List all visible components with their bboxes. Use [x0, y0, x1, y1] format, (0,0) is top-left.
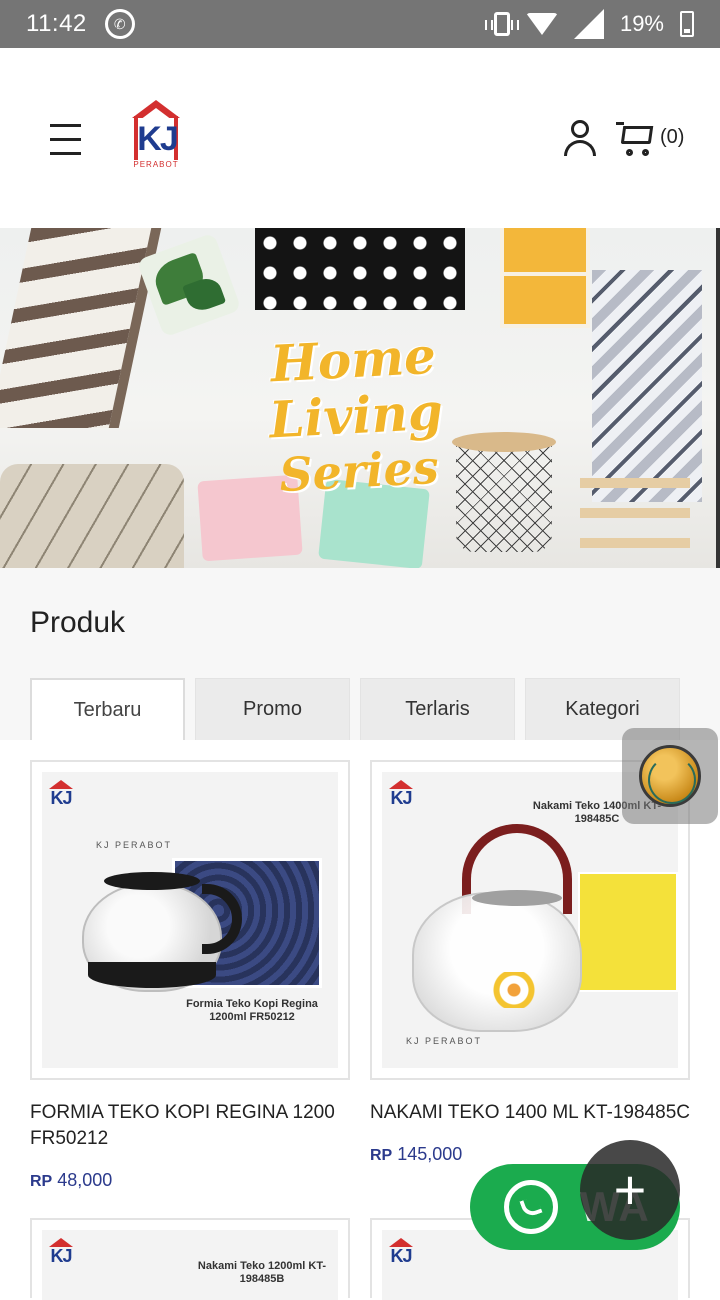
- cart-icon: [616, 120, 656, 158]
- section-title: Produk: [30, 606, 126, 639]
- vibrate-icon: [484, 12, 519, 36]
- product-image[interactable]: KJ KJ PERABOT Formia Teko Kopi Regina 12…: [30, 760, 350, 1080]
- floating-assistant-button[interactable]: [622, 728, 718, 824]
- ball-icon: [639, 745, 701, 807]
- tab-terlaris[interactable]: Terlaris: [360, 678, 515, 740]
- hero-banner[interactable]: Home Living Series: [0, 228, 720, 568]
- product-price: RP 48,000: [30, 1170, 350, 1191]
- product-card[interactable]: KJ Nakami Teko 1200ml KT-198485B: [30, 1218, 350, 1300]
- price-currency: RP: [370, 1147, 393, 1164]
- plus-icon: +: [613, 1158, 647, 1221]
- plus-button[interactable]: +: [580, 1140, 680, 1240]
- product-box-image: [578, 872, 678, 992]
- teapot-lid: [472, 890, 562, 906]
- status-time: 11:42: [26, 10, 87, 37]
- price-value: 145,000: [397, 1144, 463, 1164]
- product-name[interactable]: FORMIA TEKO KOPI REGINA 1200 FR50212: [30, 1100, 350, 1152]
- whatsapp-icon: ✆: [104, 9, 135, 39]
- shelf-image: [580, 478, 690, 568]
- teapot-image: [412, 892, 582, 1032]
- site-header: KJ PERABOT (0): [0, 48, 720, 228]
- product-tabs: Terbaru Promo Terlaris Kategori: [30, 678, 690, 740]
- curtain-image: [592, 270, 702, 502]
- shoe-rack-image: [0, 228, 162, 428]
- image-brand: KJ PERABOT: [96, 840, 173, 850]
- product-card[interactable]: KJ KJ PERABOT Formia Teko Kopi Regina 12…: [30, 760, 350, 1191]
- cart-button[interactable]: (0): [616, 120, 684, 160]
- kj-logo-icon: KJ: [48, 1238, 74, 1274]
- battery-level: 19%: [619, 11, 664, 36]
- teapot-lid: [104, 872, 200, 890]
- image-brand: KJ PERABOT: [406, 1036, 483, 1046]
- banner-edge: [716, 228, 720, 568]
- cart-count: (0): [660, 126, 685, 148]
- tab-promo[interactable]: Promo: [195, 678, 350, 740]
- banner-title: Home Living Series: [202, 324, 510, 505]
- menu-icon[interactable]: [50, 124, 81, 155]
- wifi-icon: [525, 13, 558, 35]
- rug-image: [255, 228, 465, 310]
- logo-text: KJ: [137, 120, 178, 158]
- price-currency: RP: [30, 1173, 53, 1190]
- product-image[interactable]: KJ Nakami Teko 1200ml KT-198485B: [30, 1218, 350, 1300]
- battery-icon: [680, 11, 694, 37]
- flower-decoration: [492, 972, 536, 1008]
- product-section-header: Produk Terbaru Promo Terlaris Kategori: [0, 568, 720, 740]
- kj-logo-icon: KJ: [48, 780, 74, 816]
- status-icons: 19%: [484, 9, 694, 39]
- image-caption: Nakami Teko 1200ml KT-198485B: [197, 1260, 327, 1285]
- status-bar: 11:42 ✆ 19%: [0, 0, 720, 48]
- drawer-image: [500, 228, 590, 328]
- kj-perabot-logo[interactable]: KJ PERABOT: [130, 100, 182, 172]
- whatsapp-icon: [504, 1180, 558, 1234]
- kj-logo-icon: KJ: [388, 1238, 414, 1274]
- kj-logo-icon: KJ: [388, 780, 414, 816]
- product-name[interactable]: NAKAMI TEKO 1400 ML KT-198485C: [370, 1100, 690, 1126]
- signal-icon: [573, 9, 604, 39]
- teapot-base: [88, 962, 216, 988]
- sofa-image: [0, 464, 184, 568]
- user-icon[interactable]: [562, 120, 598, 156]
- price-value: 48,000: [57, 1170, 113, 1190]
- logo-subtext: PERABOT: [133, 160, 179, 169]
- image-caption: Formia Teko Kopi Regina 1200ml FR50212: [186, 998, 318, 1023]
- banner-title-line1: Home Living: [267, 325, 445, 450]
- tab-terbaru[interactable]: Terbaru: [30, 678, 185, 740]
